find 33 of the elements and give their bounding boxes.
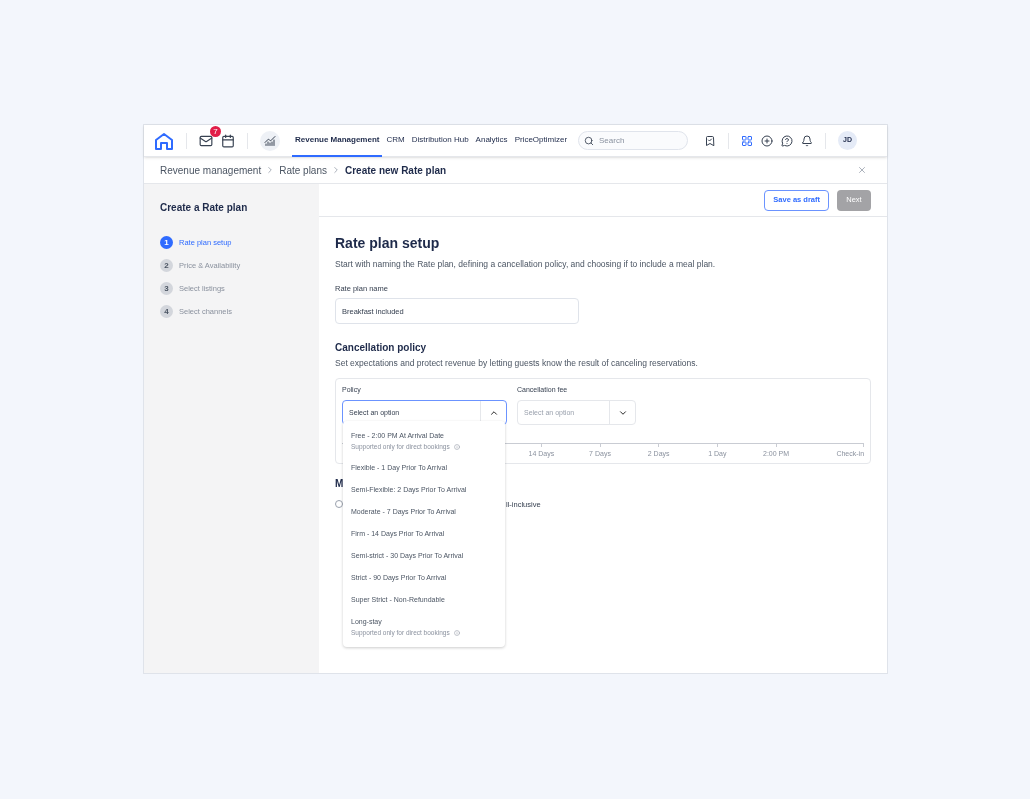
section-title: M	[335, 476, 344, 491]
breadcrumb-item[interactable]: Revenue management	[160, 162, 262, 178]
nav-link[interactable]: PriceOptimizer	[511, 124, 571, 157]
section-title: Cancellation policy	[335, 341, 428, 355]
home-icon[interactable]	[154, 131, 174, 150]
chevron-icon	[331, 165, 341, 175]
search-field[interactable]: Search	[578, 131, 688, 150]
bell-icon[interactable]	[801, 134, 813, 147]
breadcrumb-item[interactable]: Rate plans	[279, 162, 327, 178]
bookmark-icon[interactable]	[704, 134, 716, 147]
info-icon	[453, 443, 460, 450]
apps-icon[interactable]	[741, 134, 753, 147]
page-description: Start with naming the Rate plan, defining a cancellation policy, and choosing if to include a meal plan.	[335, 258, 717, 271]
step-number: 2	[160, 259, 173, 272]
chart-icon[interactable]	[260, 130, 280, 151]
page-title: Rate plan setup	[335, 234, 441, 253]
nav-link[interactable]: Analytics	[472, 124, 511, 157]
help-icon[interactable]	[781, 134, 793, 147]
step-number: 1	[160, 236, 173, 249]
add-icon[interactable]	[761, 134, 773, 147]
info-icon	[453, 629, 460, 636]
nav-link[interactable]: Revenue Management	[292, 124, 383, 157]
breadcrumb-item: Create new Rate plan	[345, 163, 447, 178]
search-icon	[584, 135, 594, 146]
mail-icon[interactable]	[199, 133, 213, 148]
step-number: 3	[160, 282, 173, 295]
calendar-icon[interactable]	[221, 133, 235, 148]
nav-link[interactable]: CRM	[383, 124, 408, 157]
section-description: Set expectations and protect revenue by letting guests know the result of canceling reservations.	[335, 357, 699, 370]
sidebar-title: Create a Rate plan	[160, 201, 249, 215]
step-number: 4	[160, 305, 173, 318]
mail-badge: 7	[210, 125, 221, 137]
nav-link[interactable]: Distribution Hub	[408, 124, 472, 157]
